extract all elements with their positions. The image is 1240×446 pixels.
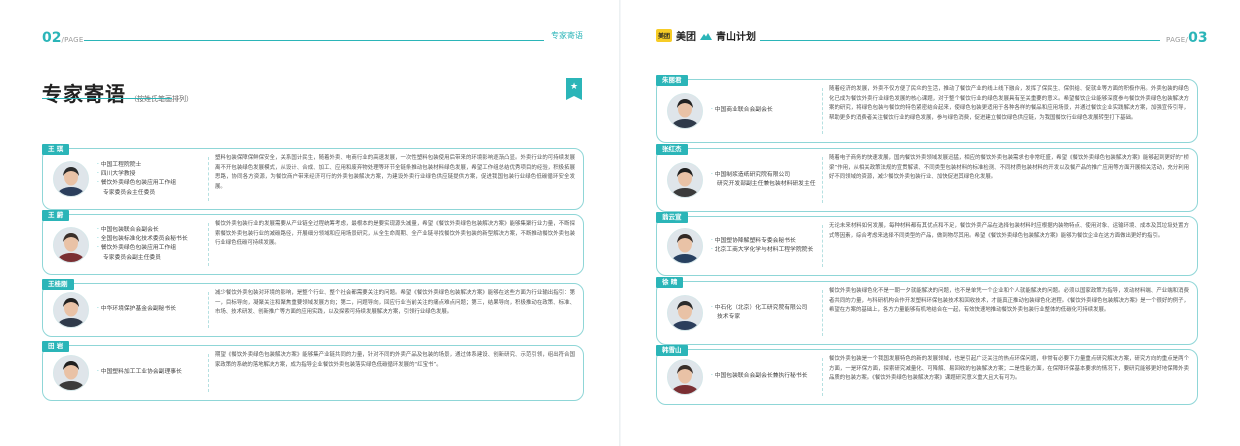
expert-quote: 餐饮外卖包装是一个我国发展特色的新的发展领域，也是引起广泛关注的热点环保问题，非…: [829, 356, 1189, 382]
expert-portrait: [53, 355, 89, 391]
expert-quote: 期望《餐饮外卖绿色包装解决方案》能够集产业链共同的力量，针对不同的外卖产品及包装…: [215, 352, 575, 368]
card-divider: [822, 88, 823, 134]
expert-name-tag: 翁云宣: [656, 212, 688, 223]
header-divider: [84, 40, 544, 41]
card-divider: [822, 290, 823, 336]
expert-title-line: 中石化（北京）化工研究院有限公司: [711, 304, 808, 313]
page-number: PAGE/03: [1166, 30, 1208, 46]
expert-title-line: 中国制浆造纸研究院有限公司: [711, 171, 816, 180]
expert-quote: 随着经济的发展，外卖不仅方便了民众的生活，推动了餐饮产业的线上线下融合，发挥了保…: [829, 86, 1189, 121]
expert-title-line: 餐饮外卖绿色包装应用工作组: [97, 179, 176, 188]
expert-quote: 塑料包装保障保鲜保安全，关系国计民生，随着外卖、电商行业的高速发展，一次性塑料包…: [215, 155, 575, 190]
expert-card: 王 蔚中国包装联合会副会长全国包装标准化技术委员会秘书长餐饮外卖绿色包装应用工作…: [42, 210, 584, 275]
card-divider: [208, 157, 209, 201]
expert-titles: 中国塑料加工工业协会副理事长: [97, 368, 182, 377]
qingshan-wordmark: 青山计划: [716, 32, 757, 43]
expert-titles: 中国包装联合会副会长全国包装标准化技术委员会秘书长餐饮外卖绿色包装应用工作组专家…: [97, 226, 188, 263]
card-divider: [822, 358, 823, 396]
card-divider: [208, 223, 209, 266]
left-page: 02/PAGE 专家寄语 专家寄语（按姓氏笔画排列） ★ 王 琪中国工程院院士四…: [0, 0, 620, 446]
expert-portrait: [667, 93, 703, 129]
expert-quote: 随着电子商务的快速发展，国内餐饮外卖领域发展迅猛，相应的餐饮外卖包装需求也非常旺…: [829, 155, 1189, 181]
expert-titles: 中华环境保护基金会副秘书长: [97, 305, 176, 314]
expert-name-tag: 田 岩: [42, 341, 70, 352]
title-underline: [42, 98, 172, 99]
expert-portrait: [53, 161, 89, 197]
expert-card: 张红杰中国制浆造纸研究院有限公司研究开发部副主任兼包装材料研发主任随着电子商务的…: [656, 144, 1198, 212]
expert-name-tag: 王 琪: [42, 144, 70, 155]
expert-quote: 餐饮外卖包装绿色化不是一朝一夕就能解决的问题，也不是单凭一个企业和个人就能解决的…: [829, 288, 1189, 314]
expert-card: 朱丽君中国商业联合会副会长 随着经济的发展，外卖不仅方便了民众的生活，推动了餐饮产…: [656, 75, 1198, 143]
expert-title-line: 中国包装联合会副会长兼执行秘书长: [711, 372, 808, 381]
brand-logos: 美团 美团 青山计划: [656, 28, 756, 43]
expert-name-tag: 朱丽君: [656, 75, 688, 86]
expert-title-line: 四川大学教授: [97, 170, 176, 179]
expert-title-line: 餐饮外卖绿色包装应用工作组: [97, 244, 188, 253]
expert-title-line: 北京工商大学化学与材料工程学院院长: [711, 246, 814, 255]
expert-portrait: [667, 162, 703, 198]
expert-title-line: 中国包装联合会副会长: [97, 226, 188, 235]
expert-card: 王桂刚中华环境保护基金会副秘书长 减少餐饮外卖包装对环境的影响，是整个行业、整个社…: [42, 279, 584, 337]
section-label: 专家寄语: [551, 31, 583, 40]
expert-quote: 餐饮外卖包装行业的发展需要从产业链全过程统筹考虑，最根本的是要实现源头减量，希望…: [215, 221, 575, 247]
card-divider: [208, 354, 209, 392]
card-divider: [822, 157, 823, 203]
card-divider: [822, 225, 823, 267]
expert-title-line: 中国工程院院士: [97, 161, 176, 170]
meituan-logo: 美团: [656, 29, 673, 42]
expert-title-line: 中国塑协降解塑料专委会秘书长: [711, 237, 813, 246]
expert-name-tag: 王桂刚: [42, 279, 74, 290]
page-title: 专家寄语 （按姓氏笔画排列）: [42, 82, 193, 106]
expert-titles: 中国塑协降解塑料专委会秘书长北京工商大学化学与材料工程学院院长: [711, 237, 814, 255]
page-number: 02/PAGE: [42, 30, 84, 46]
expert-name-tag: 王 蔚: [42, 210, 70, 221]
expert-name-tag: 韩雪山: [656, 345, 688, 356]
expert-portrait: [53, 227, 89, 263]
expert-card: 韩雪山中国包装联合会副会长兼执行秘书长 餐饮外卖包装是一个我国发展特色的新的发展领…: [656, 345, 1198, 405]
expert-titles: 中国商业联合会副会长: [711, 106, 773, 115]
expert-name-tag: 张红杰: [656, 144, 688, 155]
expert-portrait: [53, 292, 89, 328]
expert-title-line: 中华环境保护基金会副秘书长: [97, 305, 176, 314]
mountain-icon: [700, 32, 713, 40]
expert-card: 王 琪中国工程院院士四川大学教授餐饮外卖绿色包装应用工作组专家委员会主任委员 塑料…: [42, 144, 584, 210]
expert-title-line: 技术专家: [717, 314, 741, 321]
expert-titles: 中国工程院院士四川大学教授餐饮外卖绿色包装应用工作组专家委员会主任委员: [97, 161, 176, 198]
expert-name-tag: 徐 晴: [656, 277, 684, 288]
expert-title-line: 专家委员会主任委员: [103, 189, 156, 196]
right-page: 美团 美团 青山计划 PAGE/03 朱丽君中国商业联合会副会长 随着经济的发展，…: [620, 0, 1240, 446]
expert-portrait: [667, 359, 703, 395]
expert-title-line: 专家委员会副主任委员: [103, 254, 161, 261]
expert-card: 田 岩中国塑料加工工业协会副理事长 期望《餐饮外卖绿色包装解决方案》能够集产业链共…: [42, 341, 584, 401]
card-divider: [208, 292, 209, 328]
expert-card: 翁云宣中国塑协降解塑料专委会秘书长北京工商大学化学与材料工程学院院长无论未来材料…: [656, 212, 1198, 276]
expert-portrait: [667, 228, 703, 264]
star-icon: ★: [566, 78, 582, 100]
brochure-spread: 02/PAGE 专家寄语 专家寄语（按姓氏笔画排列） ★ 王 琪中国工程院院士四…: [0, 0, 1240, 446]
expert-quote: 减少餐饮外卖包装对环境的影响，是整个行业、整个社会都需要关注的问题。希望《餐饮外…: [215, 290, 575, 316]
expert-quote: 无论未来材料如何发展，每种材料都有其优点和不足，餐饮外卖产品在选择包装材料时应根…: [829, 223, 1189, 239]
expert-title-line: 中国塑料加工工业协会副理事长: [97, 368, 182, 377]
expert-title-line: 全国包装标准化技术委员会秘书长: [97, 235, 188, 244]
expert-titles: 中国制浆造纸研究院有限公司研究开发部副主任兼包装材料研发主任: [711, 171, 816, 189]
header-divider: [760, 40, 1160, 41]
expert-title-line: 研究开发部副主任兼包装材料研发主任: [717, 181, 816, 188]
expert-titles: 中石化（北京）化工研究院有限公司技术专家: [711, 304, 808, 322]
expert-card: 徐 晴中石化（北京）化工研究院有限公司技术专家 餐饮外卖包装绿色化不是一朝一夕就能…: [656, 277, 1198, 345]
expert-portrait: [667, 295, 703, 331]
expert-title-line: 中国商业联合会副会长: [711, 106, 773, 115]
expert-titles: 中国包装联合会副会长兼执行秘书长: [711, 372, 808, 381]
meituan-wordmark: 美团: [676, 32, 697, 43]
